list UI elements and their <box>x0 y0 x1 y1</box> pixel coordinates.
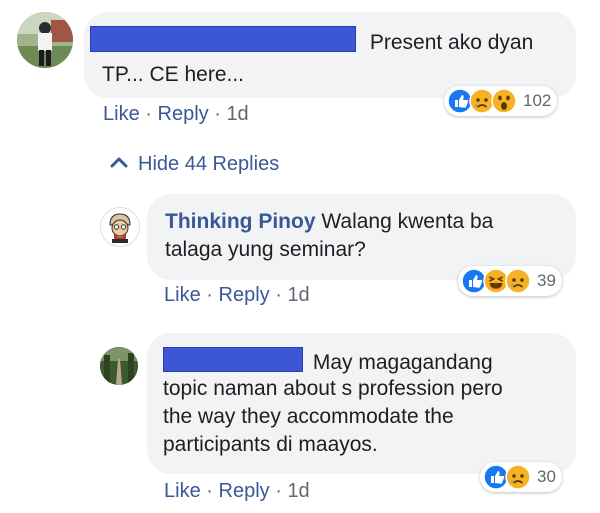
separator: · <box>214 103 221 125</box>
separator: · <box>206 480 213 502</box>
reply-button[interactable]: Reply <box>158 103 209 125</box>
comment-text-line2: TP... CE here... <box>102 63 245 86</box>
separator: · <box>275 284 282 306</box>
commenter-avatar[interactable] <box>17 12 73 68</box>
reply-avatar[interactable] <box>100 347 138 385</box>
reply-author-link[interactable]: Thinking Pinoy <box>165 210 316 233</box>
comment-timestamp[interactable]: 1d <box>226 103 248 125</box>
reply-avatar-image <box>100 347 138 385</box>
hide-replies-button[interactable]: Hide 44 Replies <box>110 153 279 176</box>
like-button[interactable]: Like <box>103 103 140 125</box>
redacted-author-name <box>163 347 303 372</box>
separator: · <box>145 103 152 125</box>
reply-timestamp[interactable]: 1d <box>287 284 309 306</box>
reply-text-line3: the way they accommodate the <box>163 405 454 428</box>
sad-icon <box>505 464 531 490</box>
like-button[interactable]: Like <box>164 284 201 306</box>
reaction-summary[interactable]: 30 <box>480 462 562 492</box>
reaction-count: 39 <box>537 271 556 290</box>
reply-button[interactable]: Reply <box>219 480 270 502</box>
reaction-count: 30 <box>537 467 556 486</box>
reply-text: Walang kwenta ba <box>321 210 494 233</box>
reply-actions: Like · Reply · 1d <box>164 480 310 503</box>
commenter-avatar-image <box>17 12 73 68</box>
hide-replies-label: Hide 44 Replies <box>138 153 280 175</box>
comment-text: Present ako dyan <box>369 31 534 54</box>
wow-icon <box>491 88 517 114</box>
comment-actions: Like · Reply · 1d <box>103 103 249 126</box>
reply-text-line2: talaga yung seminar? <box>165 238 366 261</box>
separator: · <box>275 480 282 502</box>
reply-text: May magagandang <box>312 351 493 374</box>
reply-bubble: May magagandang topic naman about s prof… <box>147 333 576 474</box>
reply-button[interactable]: Reply <box>219 284 270 306</box>
reaction-count: 102 <box>523 91 552 110</box>
thinking-pinoy-avatar-image <box>101 208 139 246</box>
reply-timestamp[interactable]: 1d <box>287 480 309 502</box>
reply-actions: Like · Reply · 1d <box>164 284 310 307</box>
reaction-summary[interactable]: 39 <box>458 266 562 296</box>
sad-icon <box>505 268 531 294</box>
separator: · <box>206 284 213 306</box>
reply-avatar-thinking-pinoy[interactable] <box>100 207 140 247</box>
reaction-summary[interactable]: 102 <box>444 86 558 116</box>
chevron-up-icon <box>110 157 128 168</box>
reply-text-line2: topic naman about s profession pero <box>163 377 503 400</box>
redacted-author-name <box>90 26 356 52</box>
reply-text-line4: participants di maayos. <box>163 433 378 456</box>
like-button[interactable]: Like <box>164 480 201 502</box>
